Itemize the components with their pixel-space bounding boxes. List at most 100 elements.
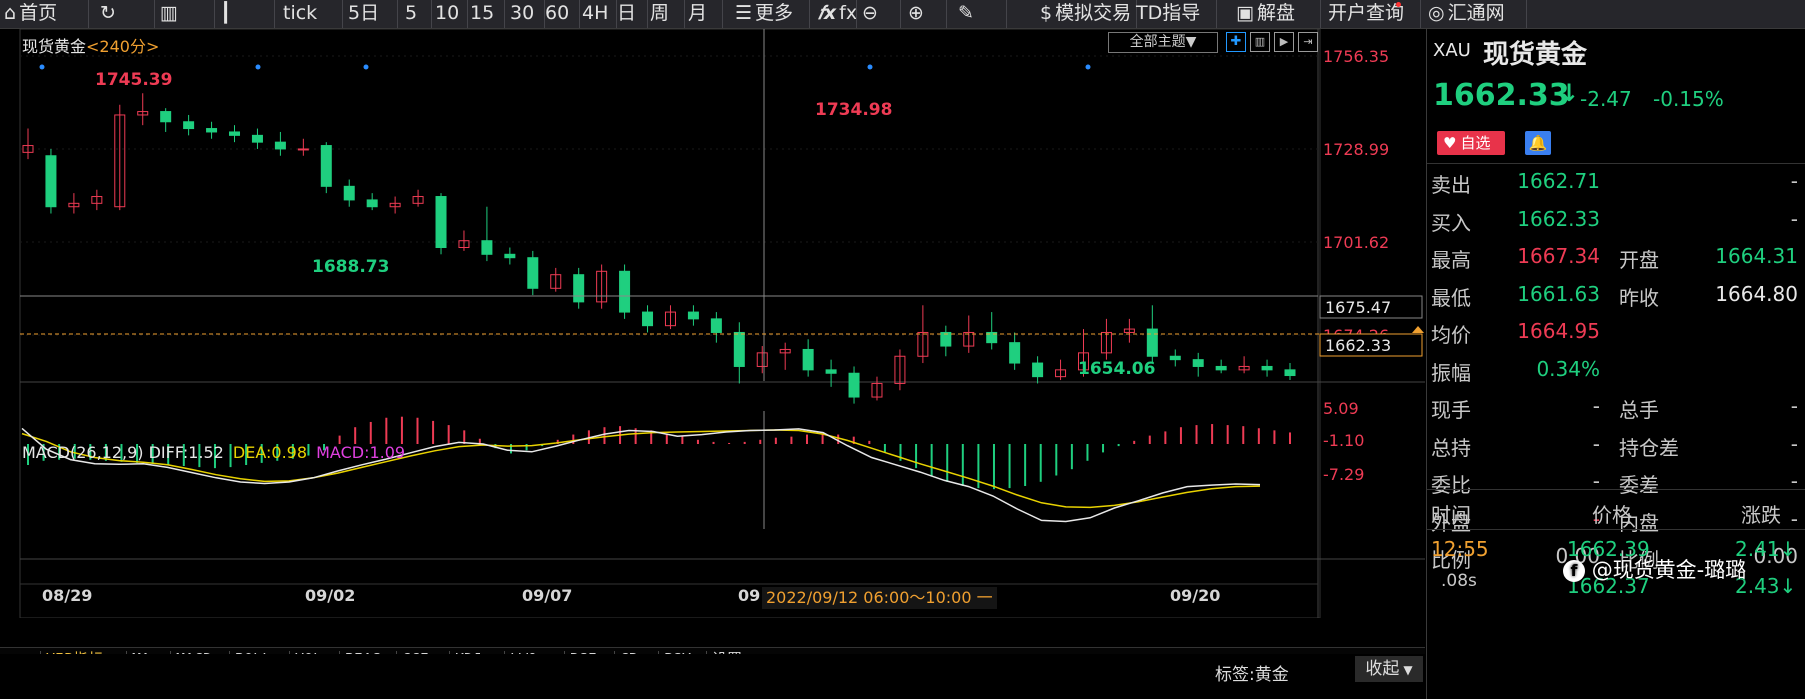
toolbar-item[interactable]: ▥ [160,0,181,28]
toolbar-separator [900,0,901,28]
trade-time: .08s [1441,571,1477,591]
zoom-out-icon: ⊖ [862,2,878,24]
toolbar-item[interactable]: ┃ [220,0,234,28]
event-marker [867,64,873,70]
toolbar-item[interactable]: 60 [545,0,569,28]
toolbar-item[interactable]: 30 [510,0,534,28]
toolbar-item[interactable]: 10 [435,0,459,28]
toolbar-item[interactable]: ⊖ [862,0,881,28]
collapse-label: 收起 [1365,659,1400,679]
quote-row-value: - [1592,431,1600,456]
toolbar-item[interactable]: 5日 [348,0,379,28]
layout-split-icon[interactable]: ▥ [1250,32,1270,52]
toolbar-item[interactable]: ◎ 汇通网 [1428,0,1505,28]
quote-row-value: 0.34% [1536,356,1600,381]
macd-tick-label: -7.29 [1323,465,1364,484]
quote-row-label: 买入 [1431,210,1471,235]
chart-svg[interactable]: 1756.351728.991701.621674.261745.391734.… [0,29,1425,618]
quote-row-label: 开盘 [1619,248,1659,272]
toolbar-item[interactable]: ⌂ 首页 [4,0,57,28]
theme-dropdown[interactable]: 全部主题▼ [1108,32,1218,53]
top-toolbar: ⌂ 首页 ↻ ▥ ┃ tick 5日 5 10 15 30 60 4H 日周月 ☰ 更多 𝑓x fx ⊖ ⊕ ✎ $ 模拟交… [0,0,1805,29]
quote-price: 1662.33 [1433,78,1570,113]
facebook-icon: f [1563,560,1585,582]
toolbar-item[interactable]: TD指导 [1136,0,1200,28]
candle-body [1169,355,1181,361]
toolbar-item[interactable]: 月 [688,0,707,28]
quote-row-value: - [1790,431,1798,456]
trade-time: 12:55 [1431,537,1489,561]
macd-tick-label: -1.10 [1323,431,1364,450]
toolbar-item-label: 30 [510,2,535,24]
toolbar-separator [397,0,398,28]
quote-row-value: 1664.95 [1517,319,1600,343]
toolbar-item-label: 周 [650,2,670,24]
toolbar-item[interactable]: 4H [582,0,608,28]
fx-icon: 𝑓x [818,2,837,24]
divider [1427,529,1805,530]
toolbar-item[interactable]: ⊕ [908,0,927,28]
toolbar-item[interactable]: $ 模拟交易 [1040,0,1131,28]
low-label: 1688.73 [312,257,389,277]
watermark: f @现货黄金-璐璐 [1563,556,1746,584]
toolbar-item[interactable]: 开户查询 [1328,0,1404,28]
candle-body [251,134,263,143]
toolbar-item[interactable]: 𝑓x fx [818,0,857,28]
quote-row-label: 最低 [1431,285,1471,310]
quote-row-label: 昨收 [1619,285,1659,310]
layout-grid-icon[interactable]: ✚ [1226,32,1246,52]
quote-row-label: 最高 [1431,248,1471,272]
candle-body [619,270,631,313]
layout-buttons[interactable]: ✚ ▥ ▶ ⇥ [1226,32,1318,52]
quote-row-value: - [1790,506,1798,531]
quote-row-label: 现手 [1431,398,1471,422]
chart-area[interactable]: 1756.351728.991701.621674.261745.391734.… [0,29,1425,679]
status-bar: 标签:黄金 收起 ▼ [0,654,1425,699]
instrument-name: 现货黄金 [22,37,87,56]
toolbar-item[interactable]: ☰ 更多 [735,0,793,28]
toolbar-item[interactable]: 5 [405,0,417,28]
macd-name: MACD(26,12,9) [22,443,144,462]
toolbar-item[interactable]: ▣ 解盘 [1236,0,1295,28]
toolbar-item[interactable]: 周 [650,0,669,28]
collapse-icon: ▼ [1403,663,1413,677]
trades-change-header: 涨跌 [1741,503,1781,527]
watermark-text: @现货黄金-璐璐 [1591,558,1747,582]
quote-row-value: - [1790,394,1798,418]
layout-expand-icon[interactable]: ⇥ [1298,32,1318,52]
toolbar-item[interactable]: ↻ [100,0,119,28]
crosshair-price-label: 1675.47 [1325,298,1391,317]
quote-row-value: 1667.34 [1517,244,1600,268]
toolbar-item-label: 更多 [755,2,794,24]
toolbar-item[interactable]: 15 [470,0,494,28]
toolbar-separator [1216,0,1217,28]
favorite-button[interactable]: ♥ 自选 [1437,131,1505,155]
candle-body [1215,365,1227,371]
quote-row-value: - [1790,169,1798,193]
candle-body [206,128,218,133]
toolbar-item[interactable]: ✎ [958,0,977,28]
layout-next-icon[interactable]: ▶ [1274,32,1294,52]
candle-body [320,145,332,187]
down-arrow-icon: ↓ [1559,79,1580,107]
toolbar-item[interactable]: 日 [617,0,636,28]
bar-chart-icon: ▥ [160,2,178,24]
quote-row-label: 总持 [1431,435,1471,460]
candle-body [687,311,699,320]
candle-body [1261,365,1273,371]
x-tick-label: 09/20 [1170,586,1220,605]
bell-icon[interactable]: 🔔 [1525,131,1551,155]
toolbar-item-label: 5 [405,2,418,24]
quote-row-value: 1661.63 [1517,281,1600,306]
toolbar-item[interactable]: tick [283,0,317,28]
event-marker [363,64,369,70]
toolbar-item-label: 15 [470,2,495,24]
event-marker [1085,64,1091,70]
collapse-button[interactable]: 收起 ▼ [1355,656,1423,682]
quote-row-value: - [1592,394,1600,418]
candle-body [504,253,516,259]
macd-value: MACD:1.09 [316,443,406,462]
zoom-in-icon: ⊕ [908,2,924,24]
status-tag: 标签:黄金 [1215,665,1289,685]
toolbar-item-label: 4H [582,2,609,24]
